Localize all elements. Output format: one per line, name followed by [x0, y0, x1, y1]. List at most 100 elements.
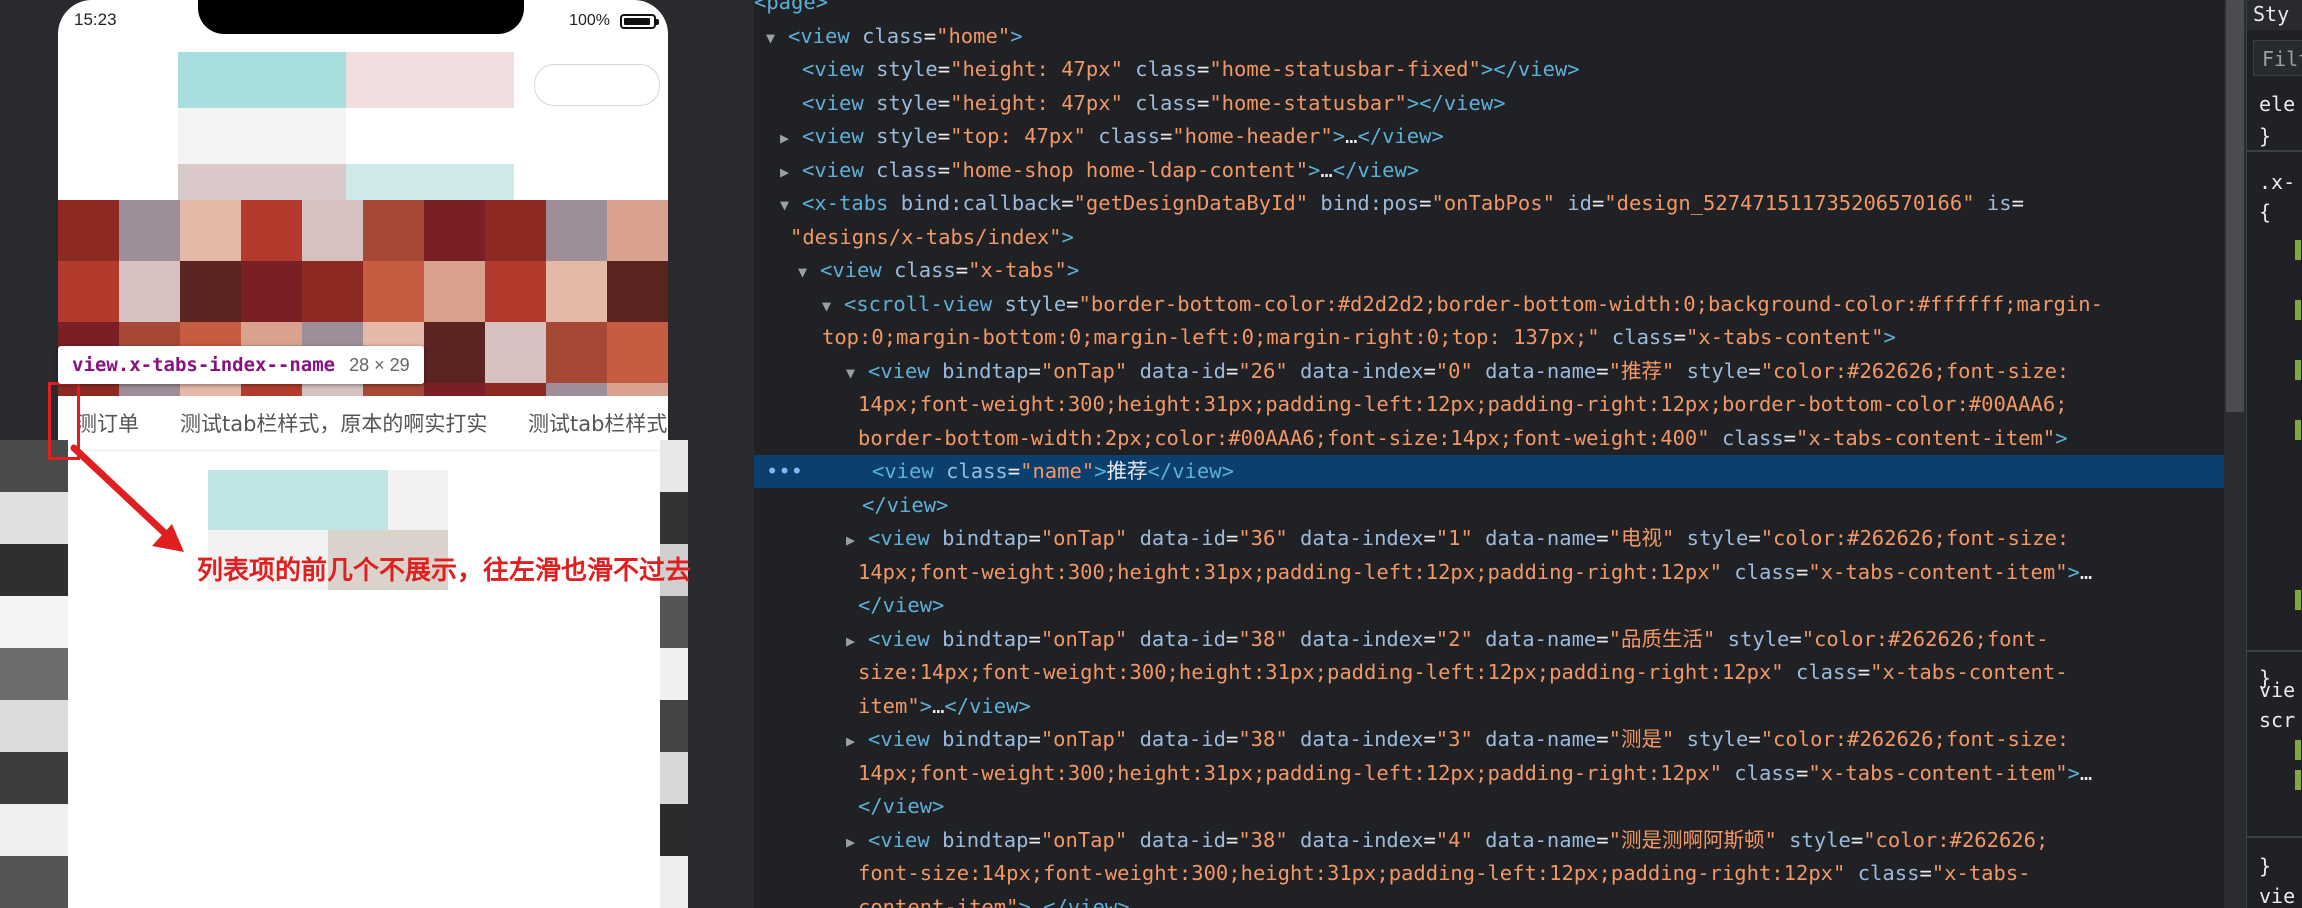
expand-triangle-icon[interactable]: ▶	[846, 524, 868, 557]
battery-full-icon	[620, 14, 659, 29]
mosaic-cell	[607, 322, 668, 383]
mosaic-cell	[607, 200, 668, 261]
status-time: 15:23	[74, 10, 117, 29]
more-options-icon[interactable]: •••	[766, 455, 803, 488]
expand-triangle-icon[interactable]: ▶	[846, 725, 868, 758]
collapse-triangle-icon[interactable]: ▼	[766, 22, 788, 55]
mosaic-cell	[660, 700, 688, 752]
collapse-triangle-icon[interactable]: ▼	[846, 357, 868, 390]
collapse-triangle-icon[interactable]: ▼	[780, 189, 802, 222]
mosaic-cell	[660, 440, 688, 492]
mosaic-cell	[180, 261, 241, 322]
property-checkbox[interactable]	[2295, 590, 2301, 610]
style-rule-fragment: {	[2259, 200, 2272, 224]
collapse-triangle-icon[interactable]: ▼	[798, 256, 820, 289]
expand-triangle-icon[interactable]: ▶	[846, 826, 868, 859]
styles-tab[interactable]: Sty	[2247, 0, 2302, 30]
mosaic-cell	[363, 200, 424, 261]
property-checkbox[interactable]	[2295, 240, 2301, 260]
style-rule-fragment: vie	[2259, 678, 2296, 702]
property-checkbox[interactable]	[2295, 770, 2301, 790]
mosaic-cell	[607, 261, 668, 322]
mosaic-cell	[178, 108, 234, 164]
mosaic-cell	[0, 544, 68, 596]
phone-notch	[198, 0, 524, 34]
property-checkbox[interactable]	[2295, 360, 2301, 380]
style-rule-fragment: ele	[2259, 92, 2296, 116]
tooltip-selector: view.x-tabs-index--name	[72, 354, 336, 376]
mosaic-cell	[402, 52, 458, 108]
pixelated-side-strip-right	[660, 440, 688, 908]
dom-node-selected[interactable]: <view class="name">推荐</view> •••	[754, 455, 2224, 488]
mosaic-cell	[119, 261, 180, 322]
mosaic-cell	[0, 804, 68, 856]
mosaic-cell	[485, 322, 546, 383]
red-arrow-icon	[70, 444, 184, 552]
tab-item-1[interactable]: 测订单	[76, 408, 139, 438]
simulator-panel: 15:23 100% 测订单 测试tab栏样式，原本的啊实打实 测试tab栏样式…	[0, 0, 754, 908]
mosaic-cell	[546, 261, 607, 322]
miniprogram-capsule-button[interactable]	[534, 64, 660, 106]
pixelated-side-strip	[0, 440, 68, 908]
inspector-tooltip: view.x-tabs-index--name 28 × 29	[58, 346, 424, 384]
devtools-elements-panel[interactable]: <page> ▼ <view class="home"> <view style="h…	[754, 0, 2224, 908]
mosaic-cell	[458, 52, 514, 108]
property-checkbox[interactable]	[2295, 740, 2301, 760]
mosaic-cell	[485, 261, 546, 322]
mosaic-cell	[234, 52, 290, 108]
mosaic-cell	[660, 596, 688, 648]
mosaic-cell	[458, 108, 514, 164]
style-rule-fragment: }	[2259, 124, 2272, 148]
expand-triangle-icon[interactable]: ▶	[846, 625, 868, 658]
mosaic-cell	[546, 322, 607, 383]
mosaic-cell	[268, 470, 328, 530]
property-checkbox[interactable]	[2295, 300, 2301, 320]
mosaic-cell	[485, 200, 546, 261]
style-rule-fragment: vie	[2259, 884, 2296, 908]
mosaic-cell	[119, 200, 180, 261]
mosaic-cell	[0, 752, 68, 804]
expand-triangle-icon[interactable]: ▶	[780, 156, 802, 189]
mosaic-cell	[0, 700, 68, 752]
styles-filter-input[interactable]: Filt	[2253, 40, 2302, 76]
elements-scrollbar-thumb[interactable]	[2226, 0, 2244, 412]
mosaic-cell	[660, 492, 688, 544]
mosaic-cell	[302, 200, 363, 261]
mosaic-cell	[346, 108, 402, 164]
mosaic-cell	[388, 470, 448, 530]
battery-percent: 100%	[569, 12, 610, 29]
mosaic-cell	[208, 470, 268, 530]
mosaic-cell	[241, 200, 302, 261]
mosaic-cell	[58, 261, 119, 322]
mosaic-cell	[402, 108, 458, 164]
expand-triangle-icon[interactable]: ▶	[780, 122, 802, 155]
tab-item-3[interactable]: 测试tab栏样式	[528, 408, 667, 438]
style-rule-separator	[2247, 836, 2302, 838]
mosaic-cell	[660, 648, 688, 700]
mosaic-cell	[302, 261, 363, 322]
mosaic-cell	[290, 52, 346, 108]
mosaic-cell	[290, 108, 346, 164]
mosaic-cell	[0, 856, 68, 908]
mosaic-cell	[660, 804, 688, 856]
mosaic-cell	[424, 261, 485, 322]
mosaic-cell	[178, 52, 234, 108]
mosaic-cell	[234, 108, 290, 164]
property-checkbox[interactable]	[2295, 420, 2301, 440]
style-rule-separator	[2247, 150, 2302, 152]
mosaic-cell	[363, 261, 424, 322]
mosaic-cell	[660, 752, 688, 804]
mosaic-cell	[424, 322, 485, 383]
mosaic-cell	[58, 200, 119, 261]
mosaic-cell	[346, 52, 402, 108]
mosaic-cell	[180, 200, 241, 261]
mosaic-cell	[424, 200, 485, 261]
mosaic-cell	[546, 200, 607, 261]
mosaic-cell	[0, 648, 68, 700]
tab-item-2[interactable]: 测试tab栏样式，原本的啊实打实	[180, 408, 487, 438]
style-rule-fragment: scr	[2259, 708, 2296, 732]
mosaic-cell	[241, 261, 302, 322]
mosaic-cell	[660, 856, 688, 908]
collapse-triangle-icon[interactable]: ▼	[822, 290, 844, 323]
mosaic-cell	[328, 470, 388, 530]
